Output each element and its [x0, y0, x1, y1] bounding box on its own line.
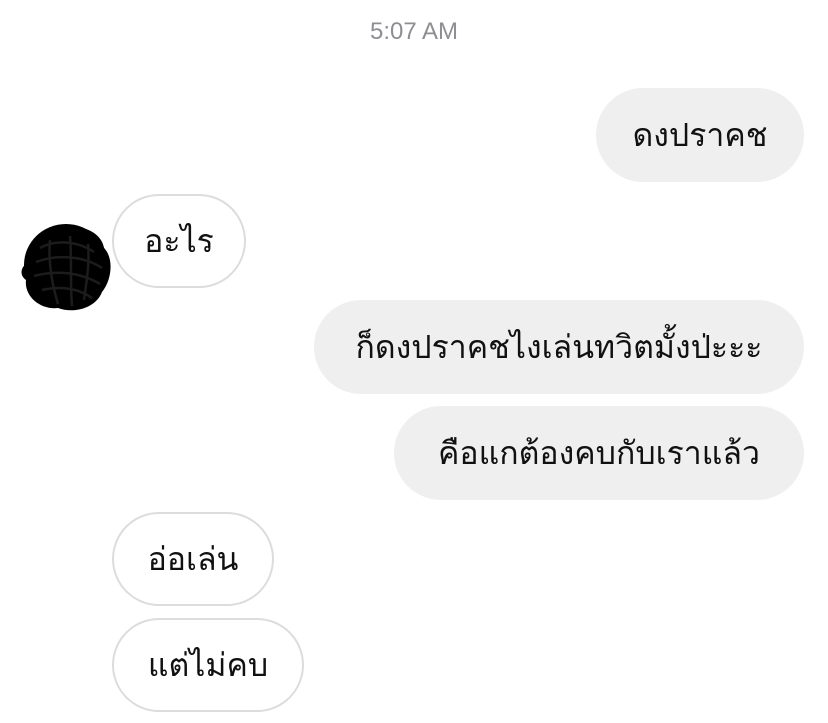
avatar-scribbled-out-icon[interactable] [14, 218, 114, 314]
incoming-message-bubble[interactable]: อะไร [112, 194, 246, 288]
incoming-message-bubble[interactable]: อ่อเล่น [112, 512, 274, 606]
message-timestamp: 5:07 AM [369, 18, 459, 45]
outgoing-message-bubble[interactable]: ก็ดงปราคชไงเล่นทวิตมั้งป่ะะะ [314, 300, 804, 394]
incoming-message-bubble[interactable]: แต่ไม่คบ [112, 618, 304, 712]
outgoing-message-bubble[interactable]: ดงปราคช [596, 88, 804, 182]
outgoing-message-bubble[interactable]: คือแกต้องคบกับเราแล้ว [394, 406, 804, 500]
